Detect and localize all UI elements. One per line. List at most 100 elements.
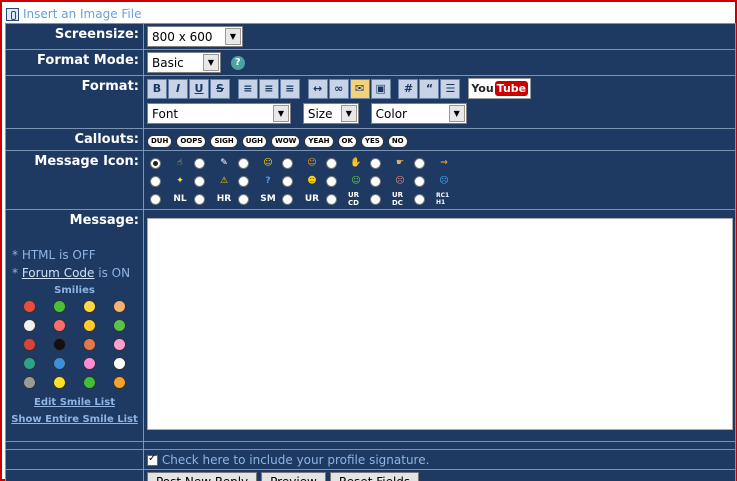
format-toolbar: BIUS ≡ ≡ ≡ ↔ ∞ ✉ ▣ # “☰ You Tube [147, 78, 733, 101]
icon-radio[interactable] [282, 158, 293, 169]
forum-code-link[interactable]: Forum Code [22, 266, 95, 280]
link-button[interactable]: ∞ [328, 78, 349, 99]
insert-image-label: Insert an Image File [23, 7, 142, 21]
sad-smiley-icon[interactable] [53, 357, 66, 370]
icon-radio[interactable] [370, 194, 381, 205]
icon-radio[interactable] [414, 158, 425, 169]
chevron-down-icon: ▼ [273, 105, 289, 122]
insert-image-link[interactable]: Insert an Image File [6, 6, 141, 22]
italic-button[interactable]: I [168, 78, 188, 99]
bold-button[interactable]: B [147, 78, 167, 99]
icon-radio[interactable] [326, 158, 337, 169]
edit-smile-list-link[interactable]: Edit Smile List [6, 397, 143, 408]
color-select-value: Color [375, 106, 407, 121]
message-left-panel: Message: * HTML is OFF * Forum Code is O… [5, 209, 144, 442]
callout-ok[interactable]: OK [337, 135, 357, 148]
underline-button[interactable]: U [189, 78, 209, 99]
show-entire-smile-list-link[interactable]: Show Entire Smile List [6, 414, 143, 425]
icon-radio[interactable] [326, 176, 337, 187]
callout-ugh[interactable]: UGH [241, 135, 267, 148]
signature-label-cell [5, 449, 144, 470]
thumbs-up-icon: ☛ [395, 158, 405, 168]
callout-no[interactable]: NO [387, 135, 408, 148]
disapprove-smiley-icon[interactable] [113, 319, 126, 332]
angry-smiley-icon[interactable] [23, 300, 36, 313]
quote-button[interactable]: “ [419, 78, 440, 99]
code-button[interactable]: # [398, 78, 419, 99]
blush-smiley-icon[interactable] [113, 300, 126, 313]
screensize-select[interactable]: 800 x 600 ▼ [147, 26, 243, 47]
icon-radio[interactable] [194, 176, 205, 187]
preview-button[interactable]: Preview [261, 472, 326, 481]
format-mode-select[interactable]: Basic ▼ [147, 52, 221, 73]
callout-wow[interactable]: WOW [270, 135, 301, 148]
font-selects: Font ▼ Size ▼ Color ▼ [147, 103, 733, 126]
smile-smiley-icon[interactable] [53, 376, 66, 389]
warning-icon: ⚠ [219, 176, 229, 186]
color-select[interactable]: Color ▼ [370, 103, 467, 124]
youtube-button[interactable]: You Tube [468, 78, 532, 99]
help-icon[interactable]: ? [230, 55, 245, 70]
eightball-icon[interactable] [53, 338, 66, 351]
icon-radio[interactable] [150, 158, 161, 169]
icon-radio[interactable] [238, 158, 249, 169]
icon-radio[interactable] [238, 194, 249, 205]
format-mode-value: Basic [152, 55, 184, 70]
forum-code-prefix: * [12, 266, 22, 280]
frown-smiley-icon[interactable] [83, 338, 96, 351]
image-button[interactable]: ▣ [370, 78, 391, 99]
cool-icon: ☻ [307, 176, 317, 186]
icon-radio[interactable] [150, 194, 161, 205]
callouts-row: DUH OOPS SIGH UGH WOW YEAH OK YES NO [143, 128, 736, 151]
nervous-smiley-icon[interactable] [83, 376, 96, 389]
callout-duh[interactable]: DUH [147, 135, 173, 148]
reset-fields-button[interactable]: Reset Fields [329, 472, 420, 481]
chevron-down-icon: ▼ [203, 54, 219, 71]
align-center-button[interactable]: ≡ [258, 78, 279, 99]
skull-smiley-icon[interactable] [113, 357, 126, 370]
horizontal-rule-button[interactable]: ↔ [307, 78, 328, 99]
callout-yeah[interactable]: YEAH [304, 135, 334, 148]
question-smiley-icon[interactable] [23, 357, 36, 370]
icon-radio[interactable] [194, 158, 205, 169]
tongue-smiley-icon[interactable] [83, 357, 96, 370]
grin-smiley-icon[interactable] [83, 300, 96, 313]
shock-smiley-icon[interactable] [53, 319, 66, 332]
ur-cd-icon: UR CD [348, 191, 360, 207]
icon-radio[interactable] [194, 194, 205, 205]
callout-yes[interactable]: YES [360, 135, 384, 148]
strikethrough-button[interactable]: S [210, 78, 230, 99]
icon-radio[interactable] [326, 194, 337, 205]
icon-radio[interactable] [414, 194, 425, 205]
align-right-button[interactable]: ≡ [279, 78, 300, 99]
wink-smiley-icon[interactable] [113, 376, 126, 389]
post-new-reply-button[interactable]: Post New Reply [147, 472, 258, 481]
icon-radio[interactable] [238, 176, 249, 187]
icon-radio[interactable] [150, 176, 161, 187]
email-button[interactable]: ✉ [349, 78, 370, 99]
question-icon: ? [265, 176, 271, 186]
font-select[interactable]: Font ▼ [147, 103, 291, 124]
icon-radio[interactable] [282, 176, 293, 187]
icon-radio[interactable] [414, 176, 425, 187]
callout-oops[interactable]: OOPS [176, 135, 207, 148]
forum-code-suffix: is ON [94, 266, 131, 280]
list-button[interactable]: ☰ [440, 78, 461, 99]
love-smiley-icon[interactable] [113, 338, 126, 351]
align-left-button[interactable]: ≡ [237, 78, 258, 99]
pencil-icon: ✎ [220, 158, 228, 168]
message-textarea[interactable] [147, 218, 733, 430]
cool-smiley-icon[interactable] [83, 319, 96, 332]
callout-sigh[interactable]: SIGH [210, 135, 238, 148]
evil-smiley-icon[interactable] [23, 338, 36, 351]
screensize-label: Screensize: [5, 23, 144, 50]
clown-smiley-icon[interactable] [23, 319, 36, 332]
message-icons-grid: ☝ ✎ ☺ ☺ ✋ ☛ → ✦ ⚠ ? ☻ ☺ ☹ ☹ NL HR SM UR … [150, 155, 733, 207]
size-select[interactable]: Size ▼ [302, 103, 359, 124]
sick-smiley-icon[interactable] [53, 300, 66, 313]
signature-checkbox[interactable] [147, 453, 158, 466]
icon-radio[interactable] [282, 194, 293, 205]
sleepy-smiley-icon[interactable] [23, 376, 36, 389]
icon-radio[interactable] [370, 158, 381, 169]
icon-radio[interactable] [370, 176, 381, 187]
